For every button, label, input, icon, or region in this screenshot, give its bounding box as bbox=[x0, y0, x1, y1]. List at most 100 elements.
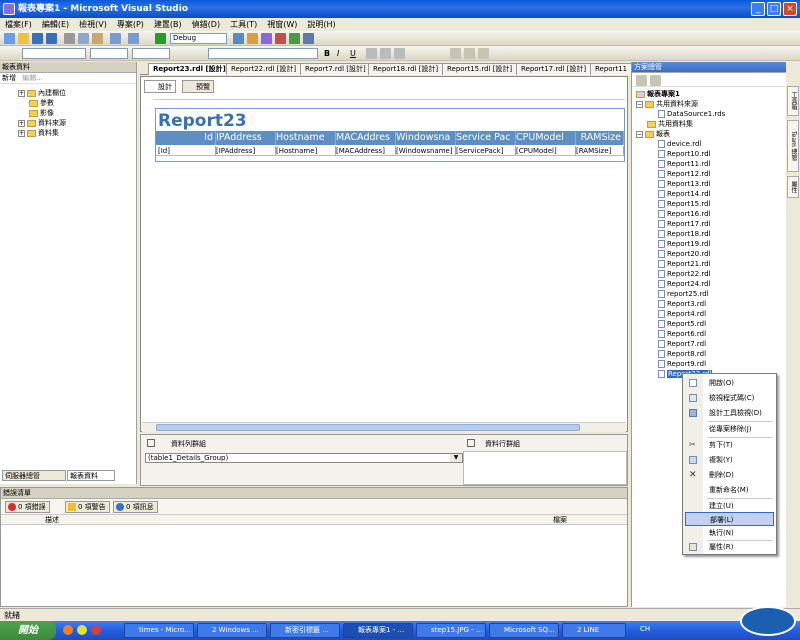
underline-icon[interactable]: U bbox=[350, 48, 361, 59]
paste-icon[interactable] bbox=[92, 33, 103, 44]
report-file[interactable]: Report14.rdl bbox=[658, 189, 786, 199]
menu-project[interactable]: 專案(P) bbox=[112, 18, 149, 31]
bold-icon[interactable]: B bbox=[324, 48, 335, 59]
quicklaunch-icon[interactable] bbox=[91, 625, 101, 635]
font-size-select[interactable] bbox=[132, 48, 170, 59]
align-right-icon[interactable] bbox=[394, 48, 405, 59]
report-file[interactable]: Report21.rdl bbox=[658, 259, 786, 269]
header-cell[interactable]: MACAddres bbox=[336, 131, 396, 145]
expand-icon[interactable]: + bbox=[18, 119, 25, 127]
table-header-row[interactable]: Id IPAddress Hostname MACAddres Windowsn… bbox=[156, 131, 624, 145]
tree-item[interactable]: + 內建欄位 bbox=[18, 88, 136, 98]
field-cell[interactable]: [Id] bbox=[156, 146, 216, 155]
italic-icon[interactable]: I bbox=[337, 48, 348, 59]
dropdown-icon[interactable]: ▼ bbox=[450, 454, 462, 462]
collapse-icon[interactable]: − bbox=[636, 130, 643, 138]
tree-item[interactable]: DataSource1.rds bbox=[636, 109, 786, 119]
save-all-icon[interactable] bbox=[46, 33, 57, 44]
start-debug-icon[interactable] bbox=[155, 33, 166, 44]
field-cell[interactable]: [IPAddress] bbox=[216, 146, 276, 155]
report-file[interactable]: Report11.rdl bbox=[658, 159, 786, 169]
menu-debug[interactable]: 偵錯(D) bbox=[187, 18, 225, 31]
refresh-icon[interactable] bbox=[650, 75, 661, 86]
report-file[interactable]: Report16.rdl bbox=[658, 209, 786, 219]
report-file[interactable]: Report9.rdl bbox=[658, 359, 786, 369]
tree-item[interactable]: 影像 bbox=[18, 108, 136, 118]
solution-config-select[interactable]: Debug bbox=[170, 33, 227, 44]
header-cell[interactable]: Windowsna bbox=[396, 131, 456, 145]
new-project-icon[interactable] bbox=[4, 33, 15, 44]
report-file[interactable]: Report3.rdl bbox=[658, 299, 786, 309]
object-browser-icon[interactable] bbox=[289, 33, 300, 44]
field-cell[interactable]: [RAMSize] bbox=[576, 146, 624, 155]
field-cell[interactable]: [Windowsname] bbox=[396, 146, 456, 155]
report-file[interactable]: Report18.rdl bbox=[658, 229, 786, 239]
menu-item-rename[interactable]: 重新命名(M) bbox=[685, 483, 774, 497]
tab-report22[interactable]: Report22.rdl [設計] bbox=[226, 63, 302, 75]
expand-icon[interactable]: + bbox=[18, 129, 25, 137]
tree-item[interactable]: + 資料集 bbox=[18, 128, 136, 138]
header-cell[interactable]: RAMSize bbox=[576, 131, 624, 145]
report-file[interactable]: Report22.rdl bbox=[658, 269, 786, 279]
redo-icon[interactable] bbox=[128, 33, 139, 44]
tree-item[interactable]: − 共用資料來源 bbox=[636, 99, 786, 109]
tab-report23[interactable]: Report23.rdl [設計] bbox=[148, 63, 231, 75]
undo-icon[interactable] bbox=[110, 33, 121, 44]
warnings-filter-button[interactable]: 0 項警告 bbox=[65, 501, 110, 513]
horizontal-scrollbar[interactable] bbox=[142, 422, 626, 432]
report-file[interactable]: Report24.rdl bbox=[658, 279, 786, 289]
header-cell[interactable]: Service Pac bbox=[456, 131, 516, 145]
tab-preview[interactable]: 預覽 bbox=[182, 80, 214, 93]
menu-window[interactable]: 視窗(W) bbox=[262, 18, 302, 31]
team-explorer-tab[interactable]: Team 總管 bbox=[787, 120, 799, 172]
header-cell[interactable]: Id bbox=[156, 131, 216, 145]
menu-item-build[interactable]: 建立(U) bbox=[685, 499, 774, 513]
align-center-icon[interactable] bbox=[380, 48, 391, 59]
report-file[interactable]: Report12.rdl bbox=[658, 169, 786, 179]
minimize-icon[interactable]: _ bbox=[751, 2, 765, 16]
copy-icon[interactable] bbox=[78, 33, 89, 44]
menu-build[interactable]: 建置(B) bbox=[149, 18, 187, 31]
menu-tools[interactable]: 工具(T) bbox=[225, 18, 262, 31]
menu-item-view-code[interactable]: 檢視程式碼(C) bbox=[685, 391, 774, 405]
tree-item[interactable]: 共用資料集 bbox=[636, 119, 786, 129]
start-button[interactable]: 開始 bbox=[0, 621, 56, 640]
row-group-item[interactable]: (table1_Details_Group) bbox=[145, 453, 463, 463]
maximize-icon[interactable]: □ bbox=[767, 2, 781, 16]
tree-item[interactable]: − 報表 bbox=[636, 129, 786, 139]
field-cell[interactable]: [Hostname] bbox=[276, 146, 336, 155]
report-file[interactable]: Report20.rdl bbox=[658, 249, 786, 259]
menu-view[interactable]: 檢視(V) bbox=[74, 18, 112, 31]
tab-report17[interactable]: Report17.rdl [設計] bbox=[516, 63, 592, 75]
menu-help[interactable]: 說明(H) bbox=[302, 18, 340, 31]
solution-explorer-icon[interactable] bbox=[247, 33, 258, 44]
menu-item-delete[interactable]: ✕ 刪除(D) bbox=[685, 468, 774, 482]
expand-icon[interactable]: + bbox=[18, 89, 25, 97]
style-select[interactable] bbox=[22, 48, 86, 59]
report-file[interactable]: Report17.rdl bbox=[658, 219, 786, 229]
layout-icon[interactable] bbox=[450, 48, 461, 59]
menu-item-exclude[interactable]: 從專案移除(J) bbox=[685, 422, 774, 436]
server-explorer-tab[interactable]: 伺服器總管 bbox=[2, 470, 66, 481]
start-page-icon[interactable] bbox=[303, 33, 314, 44]
menu-item-open[interactable]: 開啟(O) bbox=[685, 376, 774, 390]
properties-icon[interactable] bbox=[636, 75, 647, 86]
report-file[interactable]: Report7.rdl bbox=[658, 339, 786, 349]
field-cell[interactable]: [CPUModel] bbox=[516, 146, 576, 155]
field-cell[interactable]: [ServicePack] bbox=[456, 146, 516, 155]
tree-item[interactable]: + 資料來源 bbox=[18, 118, 136, 128]
tab-report18[interactable]: Report18.rdl [設計] bbox=[368, 63, 444, 75]
tab-design[interactable]: 設計 bbox=[144, 80, 176, 93]
align-icon[interactable] bbox=[464, 48, 475, 59]
font-name-select[interactable] bbox=[208, 48, 318, 59]
report-file[interactable]: Report4.rdl bbox=[658, 309, 786, 319]
menu-edit[interactable]: 編輯(E) bbox=[37, 18, 74, 31]
font-select[interactable] bbox=[90, 48, 128, 59]
report-file[interactable]: Report10.rdl bbox=[658, 149, 786, 159]
messages-filter-button[interactable]: 0 項訊息 bbox=[113, 501, 158, 513]
column-file[interactable]: 檔案 bbox=[553, 515, 567, 525]
table-detail-row[interactable]: [Id] [IPAddress] [Hostname] [MACAddress]… bbox=[156, 146, 624, 156]
report-file[interactable]: Report5.rdl bbox=[658, 319, 786, 329]
align-left-icon[interactable] bbox=[366, 48, 377, 59]
menu-item-deploy[interactable]: 部署(L) bbox=[685, 512, 774, 526]
